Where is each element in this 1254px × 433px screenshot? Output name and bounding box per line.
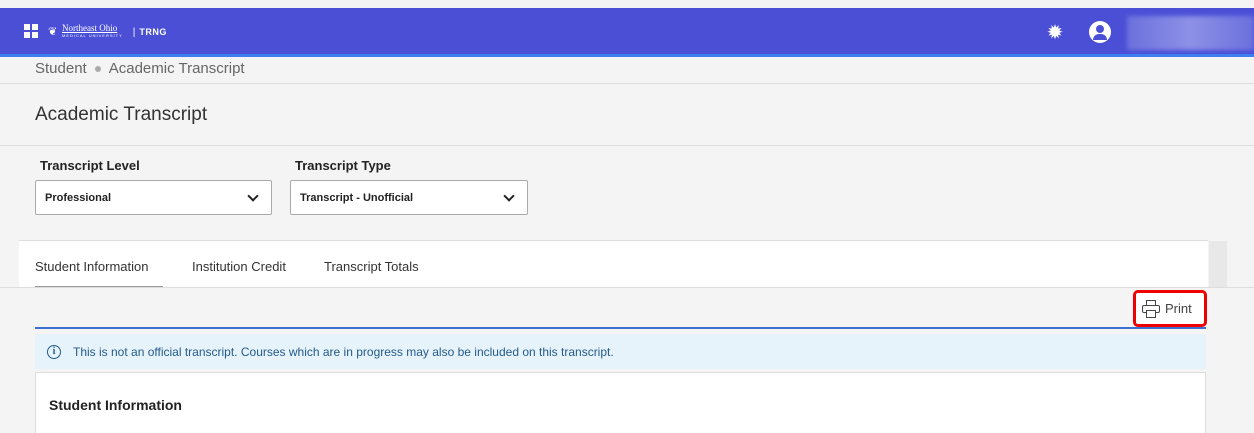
environment-label: TRNG bbox=[139, 27, 167, 37]
info-alert: i This is not an official transcript. Co… bbox=[35, 334, 1206, 369]
transcript-level-value: Professional bbox=[45, 192, 112, 204]
transcript-type-value: Transcript - Unofficial bbox=[300, 192, 414, 204]
breadcrumb-item-student[interactable]: Student bbox=[35, 60, 87, 77]
page-title: Academic Transcript bbox=[35, 104, 208, 125]
transcript-type-label: Transcript Type bbox=[295, 158, 391, 173]
divider bbox=[0, 83, 1254, 84]
institution-logo[interactable]: ❦ Northeast Ohio MEDICAL UNIVERSITY | TR… bbox=[48, 23, 167, 39]
app-grid-icon[interactable] bbox=[24, 24, 38, 38]
section-divider bbox=[35, 327, 1206, 329]
breadcrumb: Student Academic Transcript bbox=[35, 60, 245, 77]
top-navigation-bar: ❦ Northeast Ohio MEDICAL UNIVERSITY | TR… bbox=[0, 8, 1254, 57]
divider bbox=[0, 145, 1254, 146]
tab-bar-scroll-area bbox=[1209, 241, 1227, 288]
student-information-card: Student Information bbox=[35, 372, 1206, 433]
info-icon: i bbox=[47, 344, 61, 359]
printer-icon bbox=[1142, 299, 1160, 318]
chevron-down-icon bbox=[503, 190, 515, 202]
transcript-level-label: Transcript Level bbox=[40, 158, 140, 173]
tab-bar: Student Information Institution Credit T… bbox=[19, 240, 1227, 288]
brand-separator: | bbox=[132, 26, 136, 38]
tab-student-information[interactable]: Student Information bbox=[35, 259, 148, 274]
alert-text: This is not an official transcript. Cour… bbox=[73, 344, 614, 359]
brand-name: Northeast Ohio bbox=[62, 23, 118, 33]
section-title: Student Information bbox=[49, 397, 182, 413]
breadcrumb-separator bbox=[94, 65, 101, 72]
gear-icon[interactable]: ✹ bbox=[1045, 23, 1065, 43]
tab-institution-credit[interactable]: Institution Credit bbox=[192, 259, 286, 274]
print-button[interactable]: Print bbox=[1133, 290, 1207, 327]
chevron-down-icon bbox=[247, 190, 259, 202]
user-icon[interactable] bbox=[1089, 21, 1111, 43]
transcript-type-select[interactable]: Transcript - Unofficial bbox=[290, 180, 528, 215]
breadcrumb-item-current: Academic Transcript bbox=[108, 60, 245, 77]
transcript-level-select[interactable]: Professional bbox=[35, 180, 272, 215]
print-label: Print bbox=[1165, 301, 1192, 316]
tab-transcript-totals[interactable]: Transcript Totals bbox=[324, 259, 419, 274]
logo-icon: ❦ bbox=[48, 26, 58, 38]
divider bbox=[0, 287, 1254, 288]
user-name-redacted[interactable] bbox=[1127, 16, 1254, 50]
brand-subtitle: MEDICAL UNIVERSITY bbox=[62, 33, 123, 38]
